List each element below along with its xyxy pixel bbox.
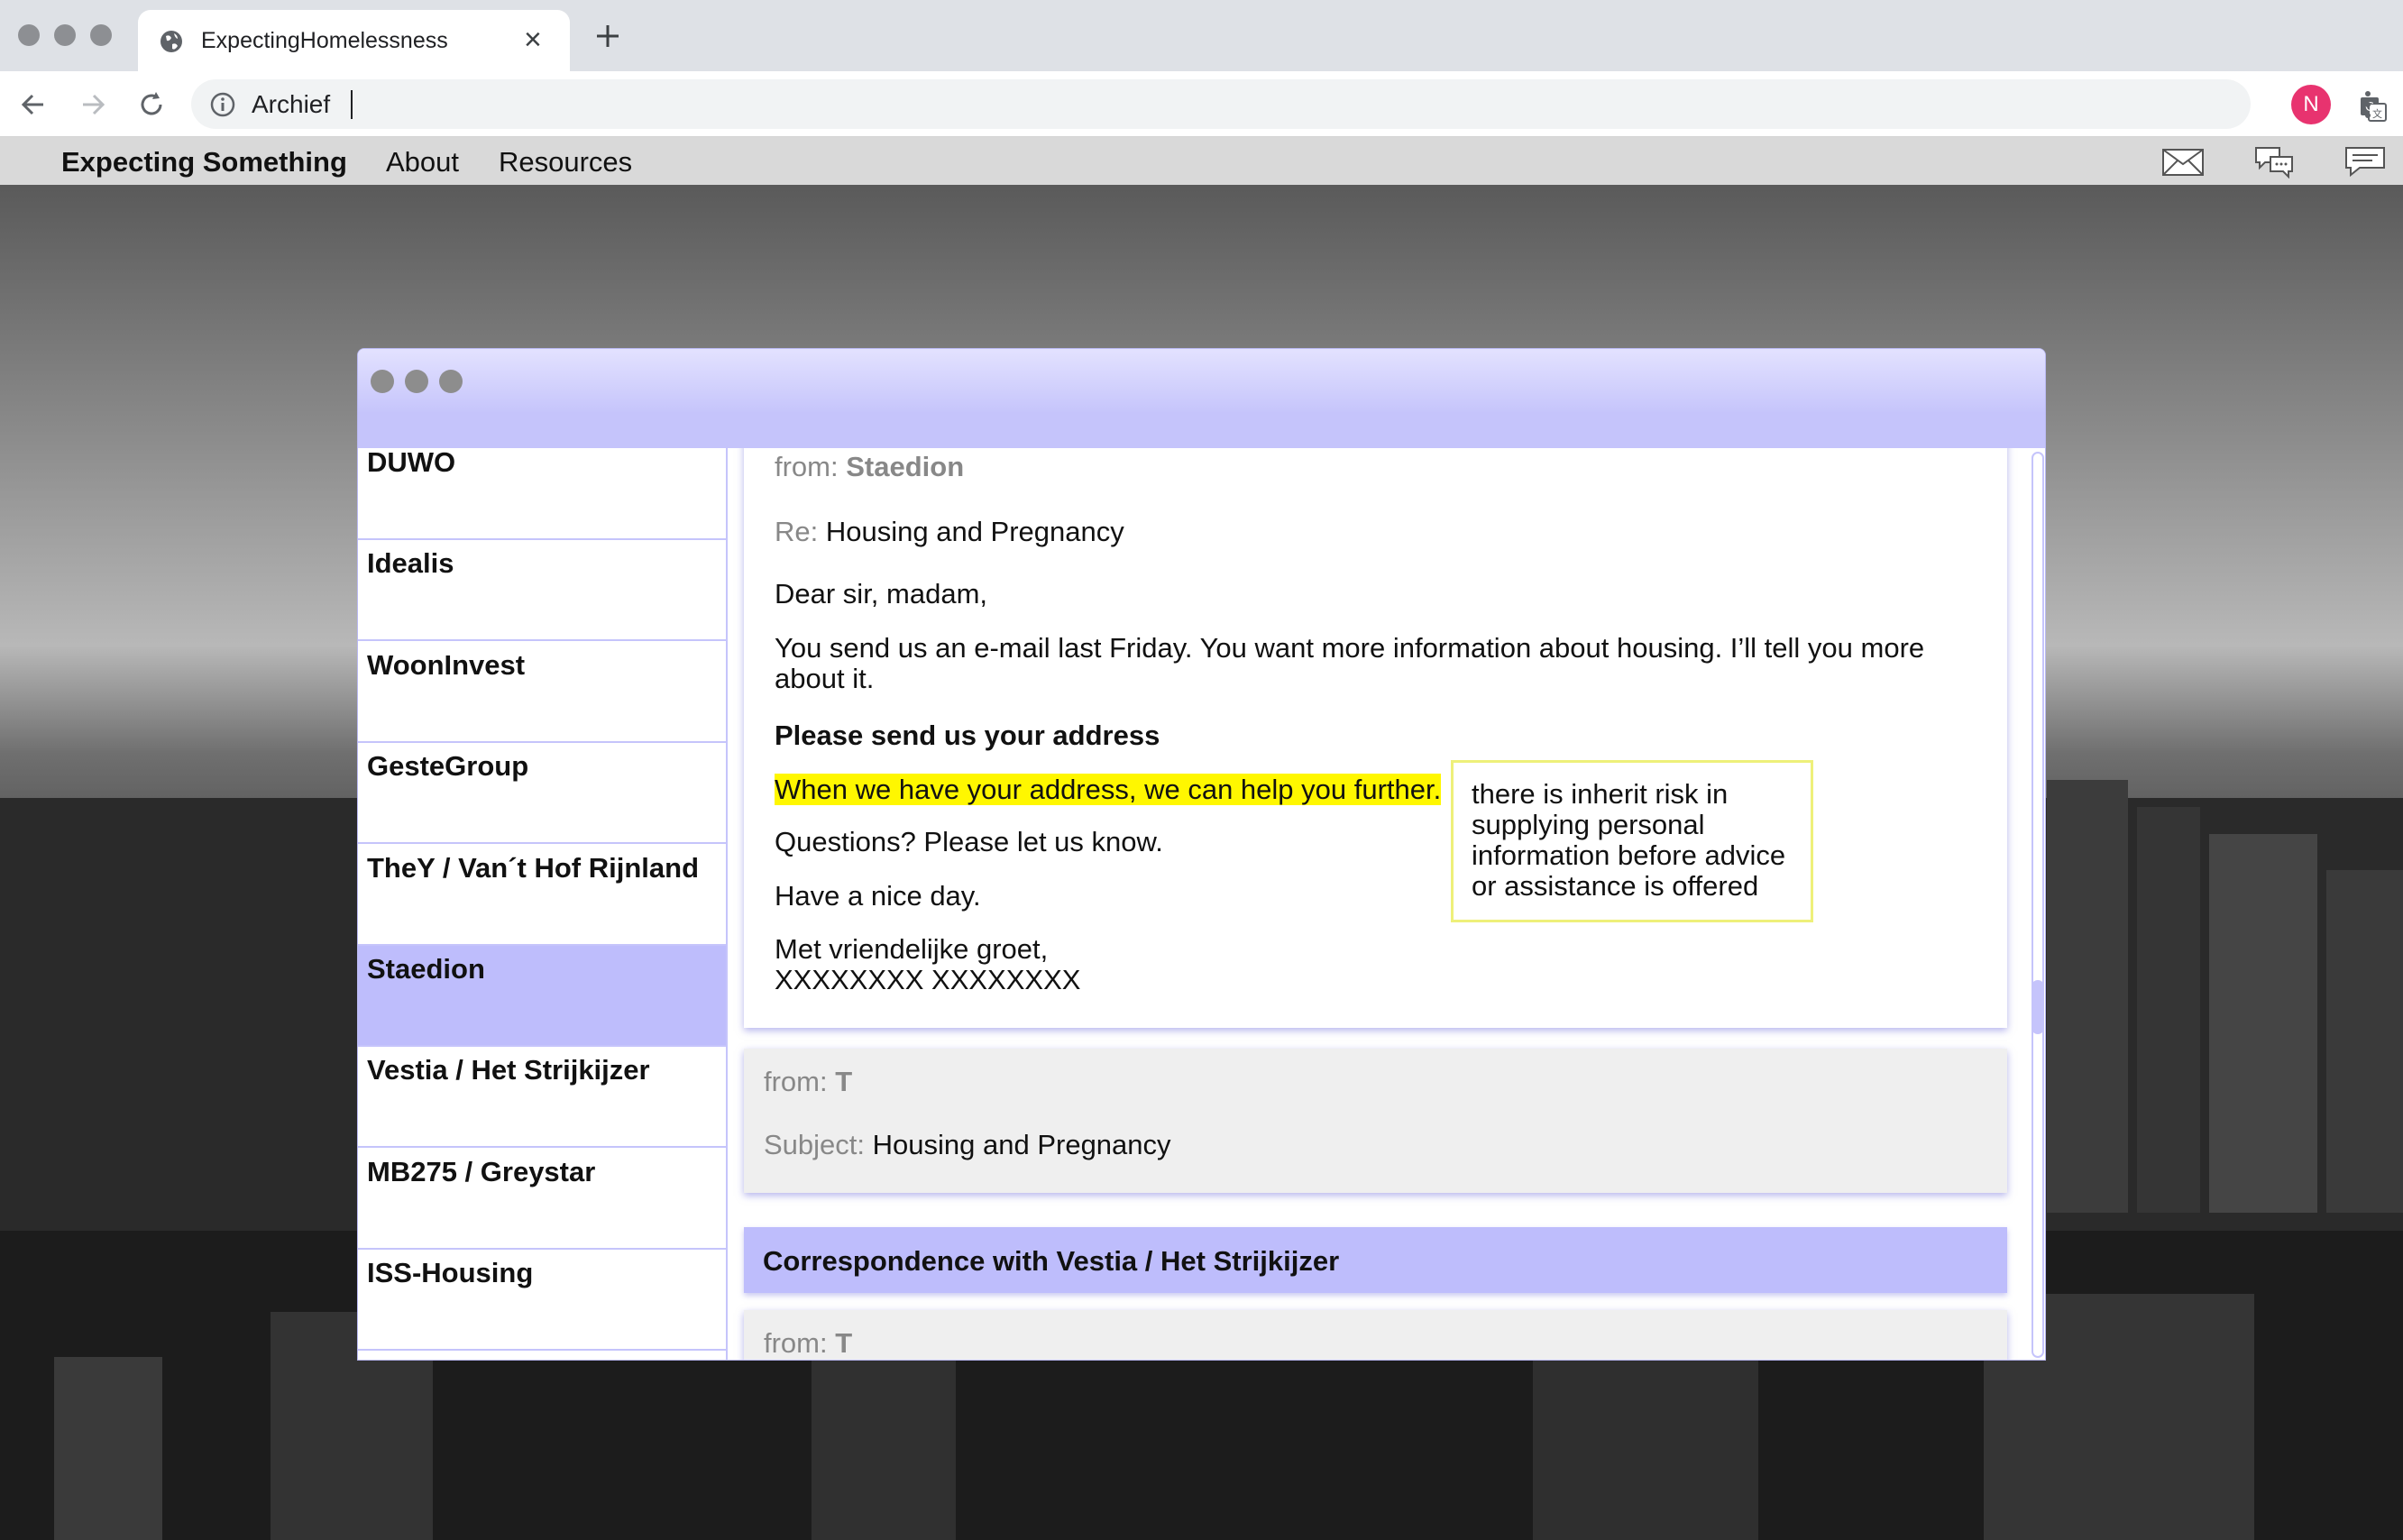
sidebar-item-label: ISS-Housing bbox=[367, 1257, 534, 1288]
from-label: from: bbox=[764, 1066, 828, 1097]
scroll-track[interactable] bbox=[2032, 452, 2044, 1358]
sidebar-item-label: MB275 / Greystar bbox=[367, 1156, 596, 1187]
note-line: there is inherit risk in bbox=[1472, 778, 1729, 810]
mail-window: DUWO Idealis WoonInvest GesteGroup TheY … bbox=[357, 348, 2046, 1361]
sidebar-item-label: DUWO bbox=[367, 446, 456, 478]
forward-icon[interactable] bbox=[76, 87, 110, 122]
highlighted-sentence[interactable]: When we have your address, we can help y… bbox=[775, 774, 1442, 805]
browser-tabstrip: ExpectingHomelessness × bbox=[0, 0, 2403, 71]
message-card: from: Staedion Re: Housing and Pregnancy… bbox=[744, 448, 2007, 1028]
site-navbar: Expecting Something About Resources bbox=[0, 137, 2403, 185]
section-title: Correspondence with Vestia / Het Strijki… bbox=[763, 1245, 1340, 1277]
url-text[interactable]: Archief bbox=[252, 90, 330, 119]
sidebar-item-label: TheY / Van´t Hof Rijnland bbox=[367, 852, 700, 884]
reload-icon[interactable] bbox=[134, 87, 169, 122]
close-window-dot[interactable] bbox=[18, 24, 40, 46]
message-pane[interactable]: from: Staedion Re: Housing and Pregnancy… bbox=[729, 448, 2028, 1360]
minimize-window-dot[interactable] bbox=[54, 24, 76, 46]
sidebar-item-label: WoonInvest bbox=[367, 649, 526, 681]
greeting: Dear sir, madam, bbox=[775, 578, 988, 610]
subject-label: Subject: bbox=[764, 1129, 866, 1160]
maximize-window-dot[interactable] bbox=[90, 24, 112, 46]
from-sender: T bbox=[835, 1327, 853, 1359]
note-line: information before advice bbox=[1472, 839, 1786, 871]
browser-menu-icon[interactable] bbox=[2359, 87, 2377, 123]
sidebar-item-label: Idealis bbox=[367, 547, 454, 579]
highlight-text: When we have your address, we can help y… bbox=[775, 774, 1442, 805]
sidebar-item-vestia[interactable]: Vestia / Het Strijkijzer bbox=[358, 1047, 726, 1148]
sidebar-item-gestegroup[interactable]: GesteGroup bbox=[358, 743, 726, 844]
back-icon[interactable] bbox=[16, 87, 50, 122]
sidebar-item-mb275[interactable]: MB275 / Greystar bbox=[358, 1149, 726, 1250]
tab-title: ExpectingHomelessness bbox=[201, 28, 448, 53]
annotation-note: there is inherit risk in supplying perso… bbox=[1451, 760, 1813, 922]
message-scrollbar[interactable] bbox=[2028, 448, 2045, 1360]
message-card[interactable]: from: T bbox=[744, 1310, 2007, 1360]
close-tab-icon[interactable]: × bbox=[524, 24, 542, 55]
sidebar-item-label: Staedion bbox=[367, 953, 485, 985]
correspondence-section-header[interactable]: Correspondence with Vestia / Het Strijki… bbox=[744, 1227, 2007, 1293]
signature: XXXXXXXX XXXXXXXX bbox=[775, 964, 1081, 995]
sidebar-item-duwo[interactable]: DUWO bbox=[358, 439, 726, 540]
re-label: Re: bbox=[775, 516, 819, 547]
nav-resources-link[interactable]: Resources bbox=[499, 146, 632, 179]
subject-line: Subject: Housing and Pregnancy bbox=[764, 1130, 1171, 1160]
chat-icon[interactable] bbox=[2252, 144, 2296, 179]
globe-icon bbox=[161, 31, 182, 52]
sidebar-item-label: GesteGroup bbox=[367, 750, 529, 782]
sidebar-item-they[interactable]: TheY / Van´t Hof Rijnland bbox=[358, 845, 726, 946]
window-minimize-dot[interactable] bbox=[405, 370, 428, 393]
bold-request: Please send us your address bbox=[775, 720, 1160, 751]
sidebar-item-wooninvest[interactable]: WoonInvest bbox=[358, 642, 726, 743]
profile-avatar[interactable]: N bbox=[2291, 85, 2331, 124]
sidebar-item-idealis[interactable]: Idealis bbox=[358, 540, 726, 641]
from-label: from: bbox=[775, 451, 839, 482]
site-brand-link[interactable]: Expecting Something bbox=[61, 146, 347, 179]
subject-line: Re: Housing and Pregnancy bbox=[775, 517, 1124, 547]
info-icon[interactable] bbox=[209, 91, 236, 118]
sender-sidebar: DUWO Idealis WoonInvest GesteGroup TheY … bbox=[358, 446, 728, 1360]
from-line: from: T bbox=[764, 1328, 852, 1359]
body-line: Have a nice day. bbox=[775, 880, 981, 912]
new-tab-icon[interactable] bbox=[593, 22, 622, 50]
from-label: from: bbox=[764, 1327, 828, 1359]
scroll-thumb[interactable] bbox=[2032, 980, 2044, 1034]
closing: Met vriendelijke groet, bbox=[775, 933, 1049, 965]
note-line: supplying personal bbox=[1472, 809, 1705, 840]
sidebar-item-staedion[interactable]: Staedion bbox=[358, 946, 726, 1047]
window-maximize-dot[interactable] bbox=[439, 370, 463, 393]
body-line: about it. bbox=[775, 663, 875, 694]
window-close-dot[interactable] bbox=[371, 370, 394, 393]
subject-text: Housing and Pregnancy bbox=[825, 516, 1124, 547]
from-sender: Staedion bbox=[846, 451, 965, 482]
nav-about-link[interactable]: About bbox=[386, 146, 459, 179]
sidebar-item-iss-housing[interactable]: ISS-Housing bbox=[358, 1250, 726, 1351]
from-line: from: Staedion bbox=[775, 452, 964, 482]
message-card[interactable]: from: T Subject: Housing and Pregnancy bbox=[744, 1049, 2007, 1193]
body-line: Questions? Please let us know. bbox=[775, 826, 1163, 857]
window-titlebar[interactable] bbox=[358, 349, 2045, 412]
body-line: You send us an e-mail last Friday. You w… bbox=[775, 632, 1925, 664]
from-line: from: T bbox=[764, 1067, 852, 1097]
browser-tab[interactable]: ExpectingHomelessness × bbox=[138, 10, 570, 71]
text-caret bbox=[351, 90, 353, 119]
browser-toolbar: Archief G 文 N bbox=[0, 71, 2403, 137]
from-sender: T bbox=[835, 1066, 853, 1097]
subject-text: Housing and Pregnancy bbox=[872, 1129, 1171, 1160]
mail-icon[interactable] bbox=[2161, 144, 2205, 179]
sidebar-item-label: Vestia / Het Strijkijzer bbox=[367, 1054, 650, 1086]
address-bar[interactable]: Archief G 文 bbox=[191, 79, 2387, 129]
comment-icon[interactable] bbox=[2343, 144, 2387, 179]
note-line: or assistance is offered bbox=[1472, 870, 1759, 902]
